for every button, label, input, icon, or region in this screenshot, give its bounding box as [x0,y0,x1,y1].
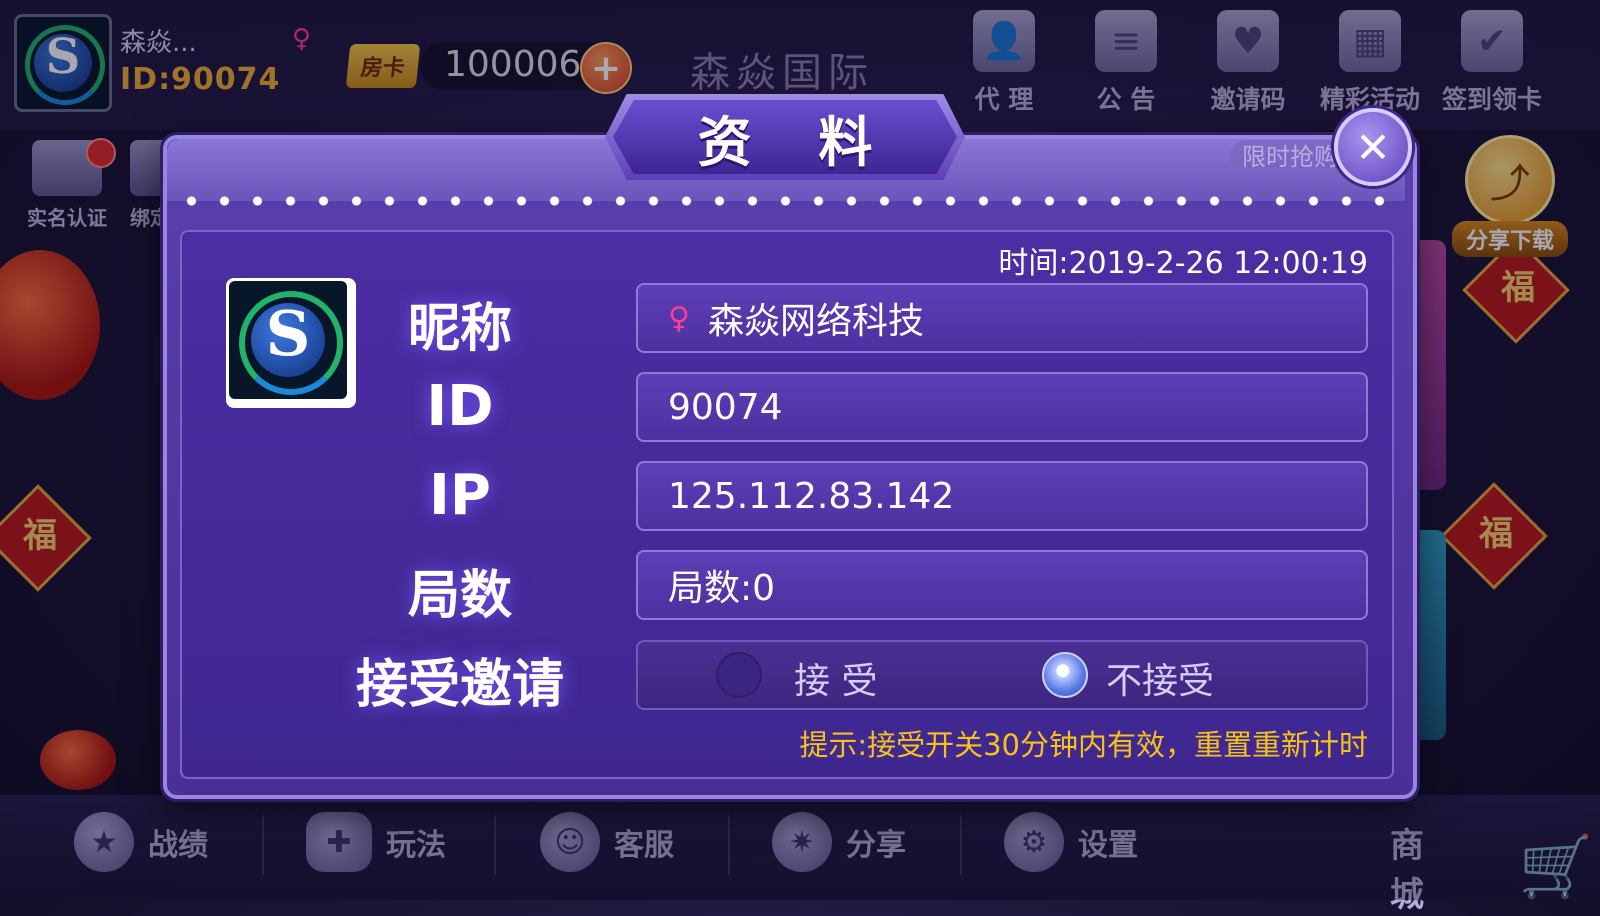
close-button[interactable]: ✕ [1334,108,1412,186]
ip-value: 125.112.83.142 [668,475,955,517]
rounds-field: 局数:0 [636,550,1368,620]
rounds-label: 局数 [407,566,512,626]
nickname-field: ♀ 森焱网络科技 [636,283,1368,353]
accept-option-label[interactable]: 接 受 [794,652,877,704]
rounds-value: 局数:0 [668,568,776,609]
ip-field: 125.112.83.142 [636,461,1368,531]
close-icon: ✕ [1355,122,1391,172]
nickname-value: 森焱网络科技 [707,301,924,342]
id-field: 90074 [636,372,1368,442]
female-icon: ♀ [668,300,690,336]
hint-text: 提示:接受开关30分钟内有效，重置重新计时 [799,728,1368,762]
dialog-title-plate: 资 料 [605,94,965,180]
accept-radio[interactable] [716,652,762,698]
nickname-label: 昵称 [407,299,512,359]
ip-label: IP [429,463,491,528]
timestamp: 时间:2019-2-26 12:00:19 [998,246,1368,281]
reject-option-label[interactable]: 不接受 [1106,652,1214,704]
id-value: 90074 [668,386,783,428]
limited-sale-tag: 限时抢购 [1230,140,1350,174]
id-label: ID [426,374,494,439]
accept-invite-label: 接受邀请 [355,655,564,715]
dialog-lights [175,196,1397,206]
reject-radio[interactable] [1042,652,1088,698]
dialog-title: 资 料 [697,110,897,174]
